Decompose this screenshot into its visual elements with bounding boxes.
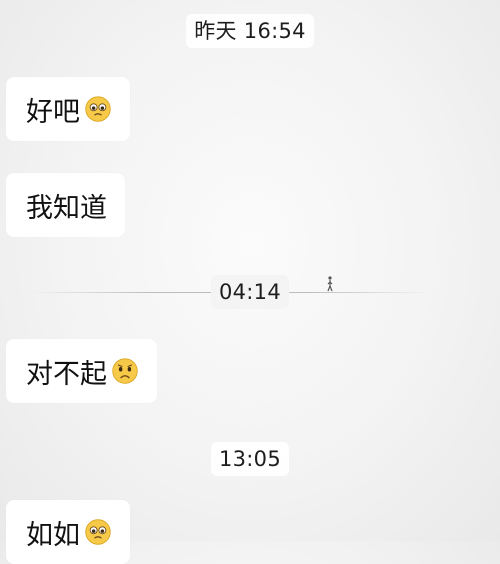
chat-thread: 昨天 16:54 好吧 我知道 04:14 对不起 13:05 如如 xyxy=(0,0,500,564)
message-bubble[interactable]: 如如 xyxy=(6,500,130,564)
timestamp-label: 13:05 xyxy=(210,442,290,476)
timestamp-label: 昨天 16:54 xyxy=(186,14,314,48)
message-text: 好吧 xyxy=(26,96,80,128)
message-text: 我知道 xyxy=(26,192,107,224)
message-bubble[interactable]: 好吧 xyxy=(6,77,130,141)
timestamp-label: 04:14 xyxy=(210,275,290,309)
timestamp-divider: 昨天 16:54 xyxy=(0,13,500,49)
walking-person-icon xyxy=(327,276,333,292)
message-text: 对不起 xyxy=(26,358,107,390)
pleading-face-icon xyxy=(85,96,111,122)
message-bubble[interactable]: 我知道 xyxy=(6,173,125,237)
message-bubble[interactable]: 对不起 xyxy=(6,339,157,403)
timestamp-divider: 13:05 xyxy=(0,441,500,477)
frowning-face-icon xyxy=(112,358,138,384)
pleading-face-icon xyxy=(85,519,111,545)
timestamp-divider: 04:14 xyxy=(0,274,500,310)
message-text: 如如 xyxy=(26,519,80,551)
